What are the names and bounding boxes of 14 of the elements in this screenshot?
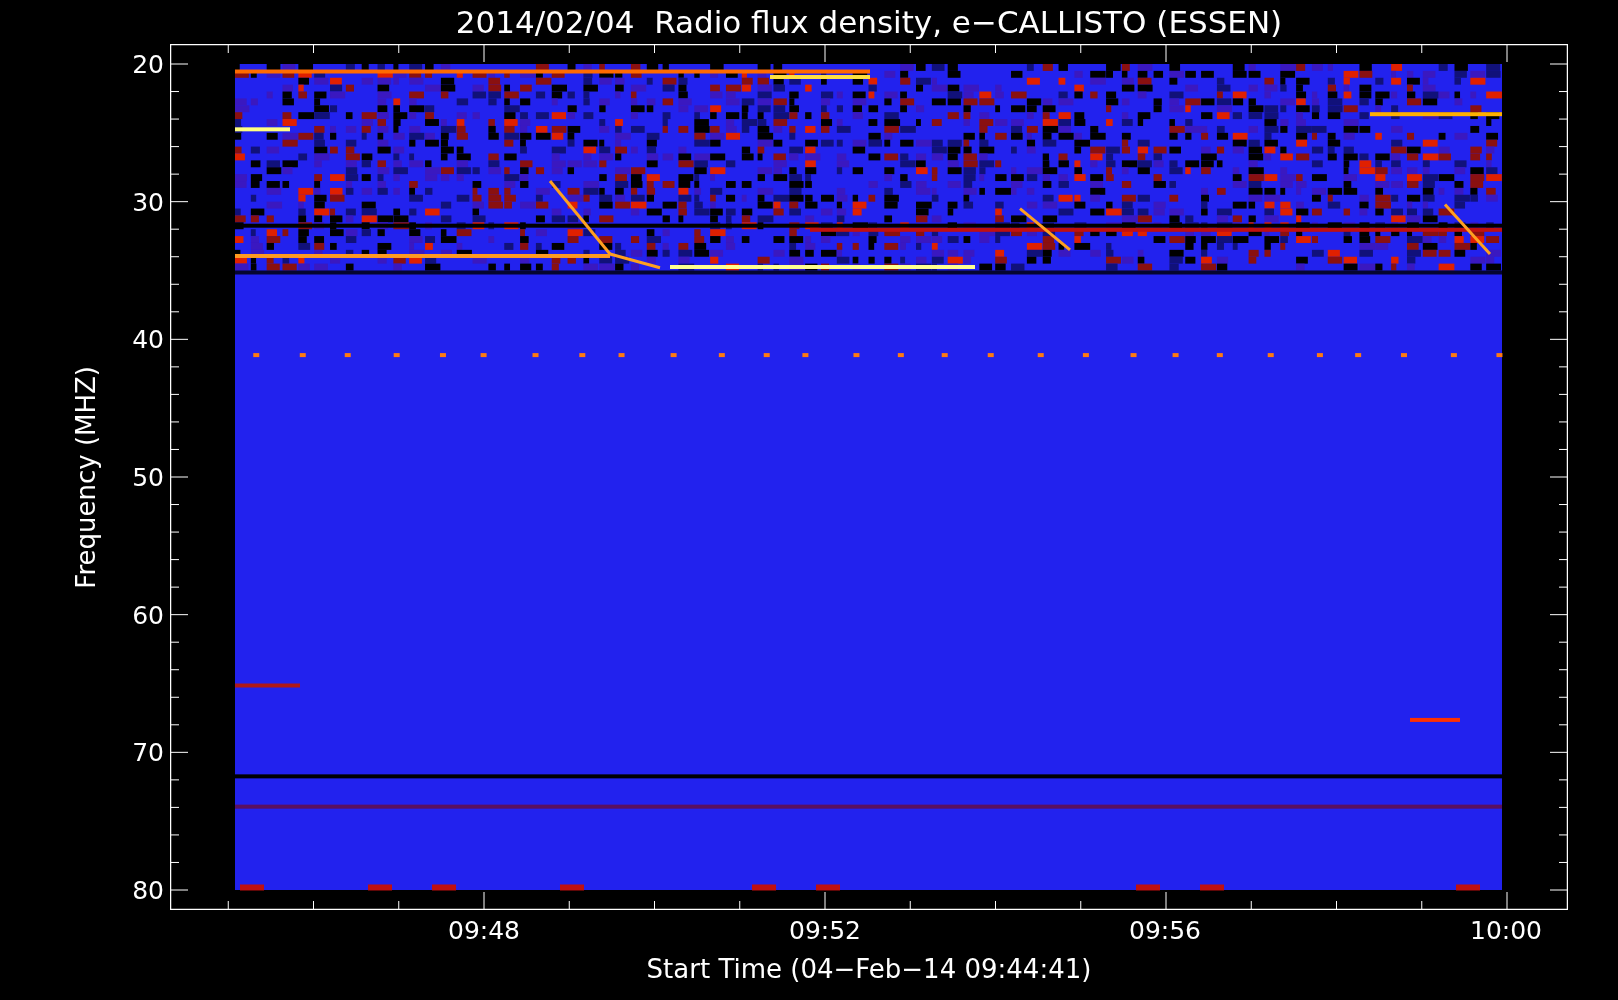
y-tick-label: 30 xyxy=(132,187,164,217)
y-tick-label: 70 xyxy=(132,737,164,767)
x-tick-label: 09:48 xyxy=(448,916,520,945)
y-tick-label: 60 xyxy=(132,600,164,630)
y-tick-label: 80 xyxy=(132,875,164,905)
x-tick-label: 09:52 xyxy=(789,916,861,945)
y-tick-label: 40 xyxy=(132,324,164,354)
x-axis-label: Start Time (04−Feb−14 09:44:41) xyxy=(646,954,1092,984)
y-axis-label: Frequency (MHZ) xyxy=(70,365,102,589)
y-tick-label: 20 xyxy=(132,49,164,79)
plot-title: 2014/02/04 Radio flux density, e−CALLISTO (ESSEN) xyxy=(455,4,1283,40)
y-tick-label: 50 xyxy=(132,462,164,492)
x-tick-label: 09:56 xyxy=(1129,916,1201,945)
x-tick-label: 10:00 xyxy=(1470,916,1542,945)
